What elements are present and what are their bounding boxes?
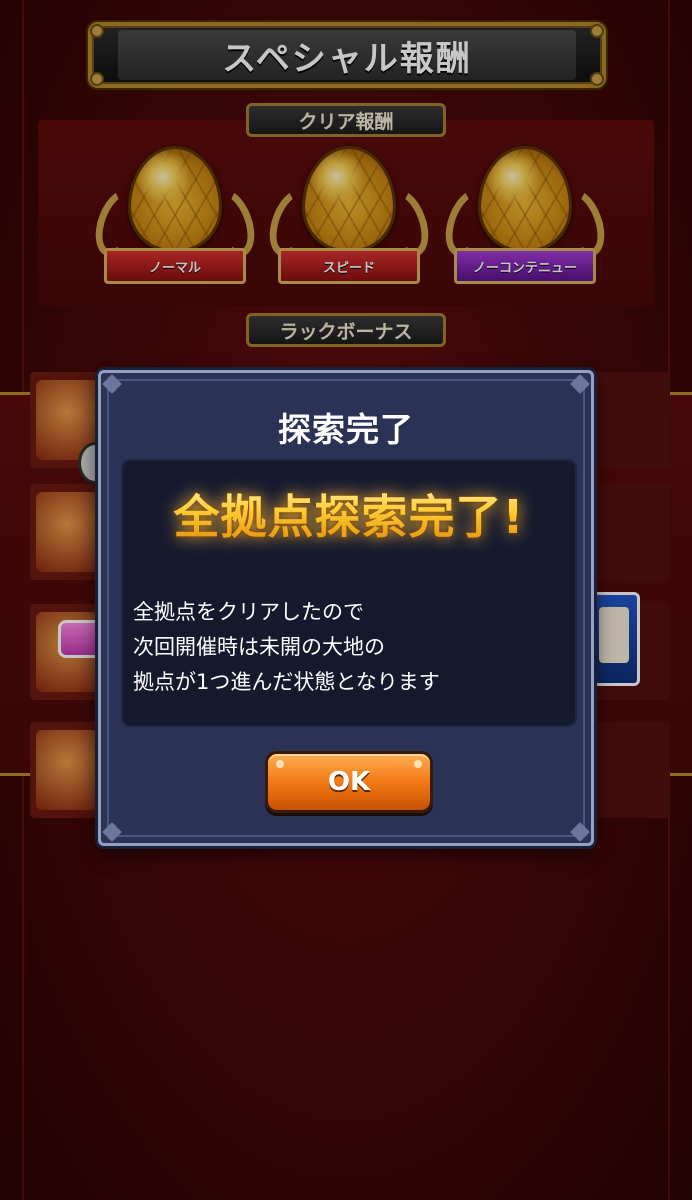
- dialog-headline: 全拠点探索完了!: [121, 481, 577, 547]
- message-line: 拠点が1つ進んだ状態となります: [133, 670, 440, 694]
- message-line: 全拠点をクリアしたので: [133, 600, 364, 624]
- corner-ornament: [570, 822, 590, 842]
- dialog-message: 全拠点をクリアしたので 次回開催時は未開の大地の 拠点が1つ進んだ状態となります: [133, 595, 567, 700]
- corner-ornament: [102, 374, 122, 394]
- ok-button[interactable]: OK: [265, 751, 433, 813]
- dialog-content: 全拠点探索完了! 全拠点をクリアしたので 次回開催時は未開の大地の 拠点が1つ進…: [121, 459, 577, 727]
- corner-ornament: [102, 822, 122, 842]
- ok-button-label: OK: [327, 767, 371, 797]
- message-line: 次回開催時は未開の大地の: [133, 635, 385, 659]
- exploration-complete-dialog: 探索完了 全拠点探索完了! 全拠点をクリアしたので 次回開催時は未開の大地の 拠…: [98, 370, 594, 846]
- dialog-title: 探索完了: [278, 410, 414, 449]
- corner-ornament: [570, 374, 590, 394]
